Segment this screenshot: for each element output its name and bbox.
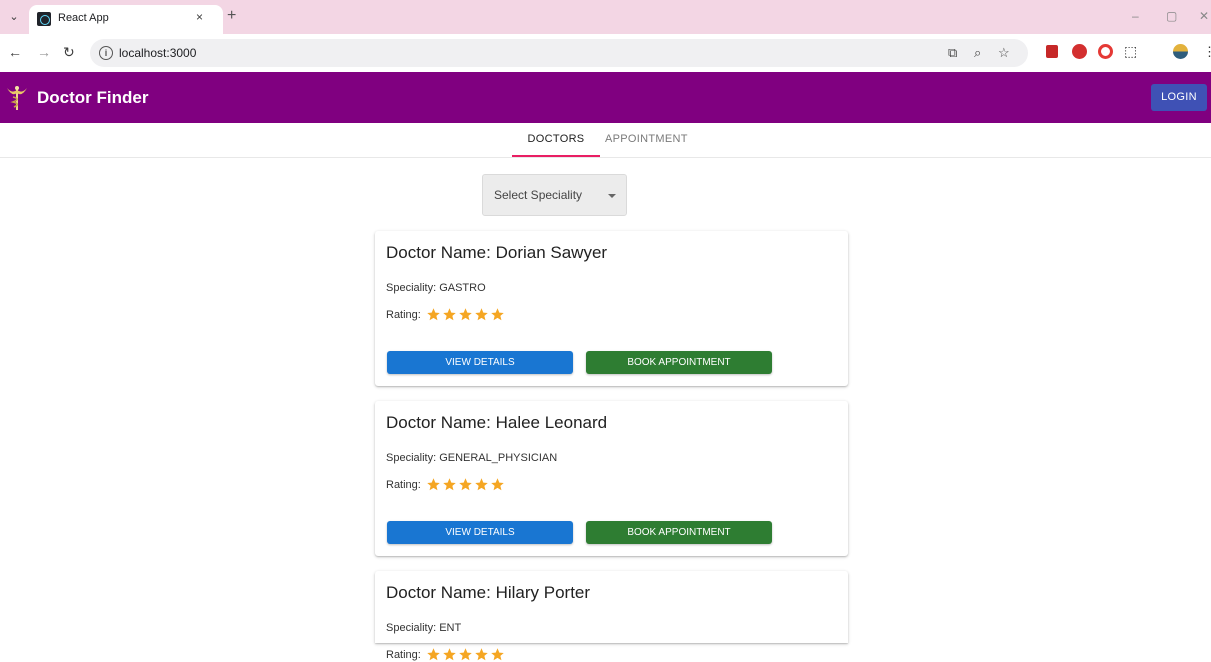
rating-stars bbox=[426, 307, 506, 322]
back-icon[interactable]: ← bbox=[8, 44, 22, 60]
star-icon bbox=[475, 648, 488, 661]
extension-red-icon[interactable] bbox=[1046, 45, 1058, 58]
book-appointment-button[interactable]: BOOK APPOINTMENT bbox=[586, 351, 772, 374]
adblock-icon[interactable] bbox=[1072, 44, 1087, 59]
tab-search-icon[interactable]: ⌄ bbox=[6, 9, 22, 25]
star-icon bbox=[491, 308, 504, 321]
view-details-button[interactable]: VIEW DETAILS bbox=[387, 351, 573, 374]
star-icon bbox=[443, 648, 456, 661]
star-icon bbox=[475, 308, 488, 321]
browser-tabstrip: ⌄ React App × + – ▢ ✕ bbox=[0, 0, 1211, 34]
rating-stars bbox=[426, 477, 506, 492]
star-icon bbox=[427, 478, 440, 491]
bookmark-star-icon[interactable]: ☆ bbox=[998, 45, 1010, 61]
main-tabs: DOCTORS APPOINTMENT bbox=[0, 123, 1211, 158]
doctor-speciality: Speciality: GASTRO bbox=[386, 282, 486, 294]
extensions-puzzle-icon[interactable]: ⬚ bbox=[1124, 44, 1139, 59]
rating-stars bbox=[426, 647, 506, 662]
opera-icon[interactable] bbox=[1098, 44, 1113, 59]
doctor-rating: Rating: bbox=[386, 647, 506, 662]
star-icon bbox=[475, 478, 488, 491]
doctor-rating: Rating: bbox=[386, 307, 506, 322]
reload-icon[interactable]: ↻ bbox=[63, 44, 75, 60]
active-tab-indicator bbox=[512, 155, 600, 157]
star-icon bbox=[459, 648, 472, 661]
app-title: Doctor Finder bbox=[37, 88, 149, 107]
new-tab-icon[interactable]: + bbox=[227, 8, 236, 24]
speciality-select[interactable]: Select Speciality bbox=[482, 174, 627, 216]
tab-title: React App bbox=[58, 12, 109, 24]
address-bar[interactable]: i localhost:3000 ⧉ ⌕ ☆ bbox=[90, 39, 1028, 67]
view-details-button[interactable]: VIEW DETAILS bbox=[387, 521, 573, 544]
tab-doctors[interactable]: DOCTORS bbox=[512, 133, 600, 145]
restore-icon[interactable]: ▢ bbox=[1166, 9, 1177, 23]
star-icon bbox=[459, 308, 472, 321]
browser-tab[interactable]: React App × bbox=[29, 5, 223, 34]
forward-icon[interactable]: → bbox=[37, 44, 51, 60]
caduceus-logo-icon bbox=[7, 86, 27, 110]
browser-menu-icon[interactable]: ⋮ bbox=[1203, 44, 1211, 59]
book-appointment-button[interactable]: BOOK APPOINTMENT bbox=[586, 521, 772, 544]
doctor-name: Doctor Name: Halee Leonard bbox=[386, 413, 608, 432]
install-app-icon[interactable]: ⧉ bbox=[948, 45, 957, 61]
doctor-name: Doctor Name: Hilary Porter bbox=[386, 583, 591, 602]
doctor-card: Doctor Name: Hilary Porter Speciality: E… bbox=[375, 571, 848, 661]
rating-label: Rating: bbox=[386, 478, 421, 491]
window-close-icon[interactable]: ✕ bbox=[1199, 9, 1209, 23]
star-icon bbox=[427, 308, 440, 321]
tab-close-icon[interactable]: × bbox=[196, 10, 203, 24]
browser-toolbar: ← → ↻ i localhost:3000 ⧉ ⌕ ☆ bbox=[0, 34, 1211, 72]
star-icon bbox=[427, 648, 440, 661]
zoom-icon[interactable]: ⌕ bbox=[974, 45, 981, 61]
app-header: Doctor Finder LOGIN bbox=[0, 72, 1211, 123]
login-button[interactable]: LOGIN bbox=[1151, 84, 1207, 111]
tab-appointment[interactable]: APPOINTMENT bbox=[605, 133, 688, 145]
doctor-speciality: Speciality: GENERAL_PHYSICIAN bbox=[386, 452, 558, 464]
profile-avatar[interactable] bbox=[1173, 44, 1188, 59]
star-icon bbox=[491, 648, 504, 661]
doctor-name: Doctor Name: Dorian Sawyer bbox=[386, 243, 608, 262]
dropdown-arrow-icon bbox=[608, 194, 616, 198]
star-icon bbox=[459, 478, 472, 491]
doctor-speciality: Speciality: ENT bbox=[386, 622, 462, 634]
star-icon bbox=[491, 478, 504, 491]
rating-label: Rating: bbox=[386, 648, 421, 661]
doctor-rating: Rating: bbox=[386, 477, 506, 492]
speciality-select-label: Select Speciality bbox=[494, 188, 583, 202]
url-text[interactable]: localhost:3000 bbox=[119, 46, 196, 60]
star-icon bbox=[443, 308, 456, 321]
site-info-icon[interactable]: i bbox=[99, 46, 113, 60]
rating-label: Rating: bbox=[386, 308, 421, 321]
star-icon bbox=[443, 478, 456, 491]
doctor-card: Doctor Name: Halee Leonard Speciality: G… bbox=[375, 401, 848, 556]
minimize-icon[interactable]: – bbox=[1132, 9, 1139, 23]
react-favicon-icon bbox=[37, 12, 51, 26]
doctor-card: Doctor Name: Dorian Sawyer Speciality: G… bbox=[375, 231, 848, 386]
